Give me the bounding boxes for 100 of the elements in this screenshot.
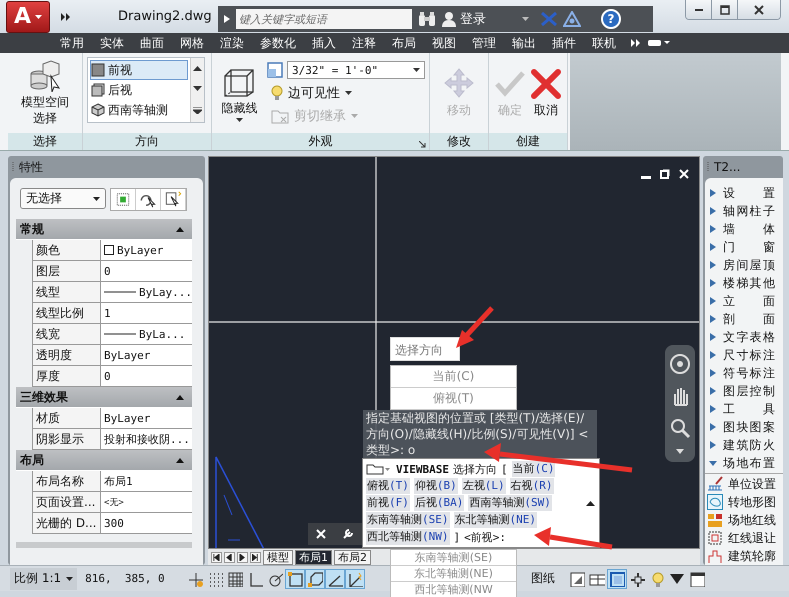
expand-icon[interactable] (193, 107, 202, 114)
command-option[interactable]: 后视(BA) (414, 495, 464, 511)
panel-toggle-icon[interactable] (648, 39, 670, 47)
command-option[interactable]: 东南等轴测(SE) (366, 512, 450, 528)
horizontal-scrollbar[interactable] (16, 542, 192, 548)
command-option[interactable]: 仰视(B) (414, 478, 458, 494)
palette-tool[interactable]: 红线退让 (705, 529, 783, 547)
ribbon-tab[interactable]: 视图 (424, 33, 464, 53)
direction-option[interactable]: 东南等轴测(SE) (391, 550, 516, 566)
layout-tab[interactable]: 模型 (263, 550, 293, 564)
wrench-icon[interactable] (342, 528, 354, 540)
view-option[interactable]: 后视 (90, 80, 188, 100)
palette-tool[interactable]: 单位设置 (705, 475, 783, 493)
scale-button[interactable]: 比例 1:1 (10, 568, 78, 590)
property-value[interactable]: 1 (101, 303, 192, 323)
ribbon-tab[interactable]: 实体 (92, 33, 132, 53)
ribbon-tab[interactable]: 插入 (304, 33, 344, 53)
direction-option[interactable]: 东北等轴测(NE) (391, 566, 516, 582)
scale-dropdown[interactable]: 3/32" = 1'-0" (287, 61, 425, 79)
layout-tab[interactable]: 布局1 (295, 550, 332, 564)
palette-tool[interactable]: 场地红线 (705, 511, 783, 529)
object-snap-toggle[interactable] (285, 568, 306, 588)
property-value[interactable]: ByLayer (101, 240, 192, 260)
zoom-extents-icon[interactable] (669, 417, 691, 439)
viewport-scale-icon[interactable] (267, 62, 283, 78)
edge-visibility-button[interactable]: 边可见性 (271, 84, 425, 102)
section-header[interactable]: 常规 (16, 219, 192, 240)
search-field[interactable]: 键入关键字或短语 (236, 9, 412, 29)
palette-category[interactable]: 门窗 (705, 238, 783, 256)
view-list[interactable]: 前视 后视 西南等轴测 (87, 57, 205, 123)
ribbon-tab[interactable]: 网格 (172, 33, 212, 53)
palette-category[interactable]: 楼梯其他 (705, 274, 783, 292)
close-icon[interactable] (679, 169, 689, 179)
property-value[interactable]: ByLa... (101, 324, 192, 344)
ribbon-tab[interactable]: 布局 (384, 33, 424, 53)
help-button[interactable]: ? (601, 9, 621, 29)
ribbon-tab[interactable]: 管理 (464, 33, 504, 53)
view-option[interactable]: 前视 (90, 60, 188, 80)
play-arrow-icon[interactable] (224, 15, 230, 23)
caret-icon[interactable] (522, 17, 529, 21)
command-option[interactable]: 俯视(T) (366, 478, 410, 494)
grip-icon[interactable] (12, 162, 15, 172)
palette-category[interactable]: 场地布置 (705, 454, 783, 472)
direction-option[interactable]: 西北等轴测(NW (391, 582, 516, 597)
minimize-button[interactable] (686, 0, 712, 19)
axes-toggle[interactable] (345, 568, 366, 588)
selection-dropdown[interactable]: 无选择 (20, 188, 106, 209)
navigation-bar[interactable] (665, 345, 695, 462)
ribbon-tab[interactable]: 参数化 (252, 33, 304, 53)
ribbon-tab[interactable]: 渲染 (212, 33, 252, 53)
prev-arrow-icon[interactable] (224, 552, 235, 562)
close-button[interactable] (738, 0, 780, 19)
next-arrow-icon[interactable] (237, 552, 248, 562)
palette-category[interactable]: 尺寸标注 (705, 346, 783, 364)
property-value[interactable]: <无> (101, 492, 192, 512)
close-icon[interactable] (316, 529, 326, 539)
sign-in-button[interactable]: 登录 (442, 10, 486, 28)
first-arrow-icon[interactable] (211, 552, 222, 562)
grip-icon[interactable] (707, 162, 710, 172)
command-option[interactable]: 右视(R) (510, 478, 554, 494)
palette-category[interactable]: 墙体 (705, 220, 783, 238)
palette-category[interactable]: 建筑防火 (705, 436, 783, 454)
palette-category[interactable]: 工具 (705, 400, 783, 418)
palette-category[interactable]: 符号标注 (705, 364, 783, 382)
palette-tool[interactable]: 建筑轮廓 (705, 547, 783, 565)
palette-category[interactable]: 房间屋顶 (705, 256, 783, 274)
restore-button[interactable] (712, 0, 738, 19)
binoculars-icon[interactable] (418, 11, 436, 27)
palette-category[interactable]: 立面 (705, 292, 783, 310)
command-option[interactable]: 东北等轴测(NE) (454, 512, 537, 528)
command-option[interactable]: 西北等轴测(NW) (366, 529, 450, 545)
property-value[interactable]: ByLayer (101, 345, 192, 365)
direction-option[interactable]: 当前(C) (391, 366, 516, 388)
restore-icon[interactable] (660, 169, 670, 179)
angle-toggle[interactable] (325, 568, 346, 588)
folder-icon[interactable] (366, 463, 390, 475)
ribbon-button[interactable]: 模型空间选择 (12, 60, 78, 126)
ribbon-tab[interactable]: 曲面 (132, 33, 172, 53)
palette-category[interactable]: 设置 (705, 184, 783, 202)
ribbon-button[interactable]: 取消 (529, 68, 563, 118)
layout-tab[interactable]: 布局2 (334, 550, 371, 564)
property-value[interactable]: ByLayer (101, 408, 192, 428)
object-snap-3d-toggle[interactable] (305, 568, 326, 588)
steering-wheel-icon[interactable] (669, 353, 691, 375)
ribbon-tab[interactable]: 常用 (52, 33, 92, 53)
ribbon-tab[interactable]: 插件 (544, 33, 584, 53)
maximize-viewport-toggle[interactable] (607, 568, 628, 588)
view-option[interactable]: 西南等轴测 (90, 100, 188, 120)
scroll-up-icon[interactable] (193, 66, 202, 71)
property-value[interactable]: ByLay... (101, 282, 192, 302)
palette-category[interactable]: 轴网柱子 (705, 202, 783, 220)
command-option[interactable]: 前视(F) (366, 495, 410, 511)
ribbon-tab[interactable]: 注释 (344, 33, 384, 53)
double-chevron-icon[interactable] (630, 39, 642, 47)
command-option[interactable]: 西南等轴测(SW) (468, 495, 552, 511)
property-value[interactable]: 0 (101, 261, 192, 281)
hidden-lines-button[interactable]: 隐藏线 (216, 64, 263, 122)
palette-category[interactable]: 图层控制 (705, 382, 783, 400)
property-value[interactable]: 300 (101, 513, 192, 533)
caret-icon[interactable] (676, 449, 684, 454)
